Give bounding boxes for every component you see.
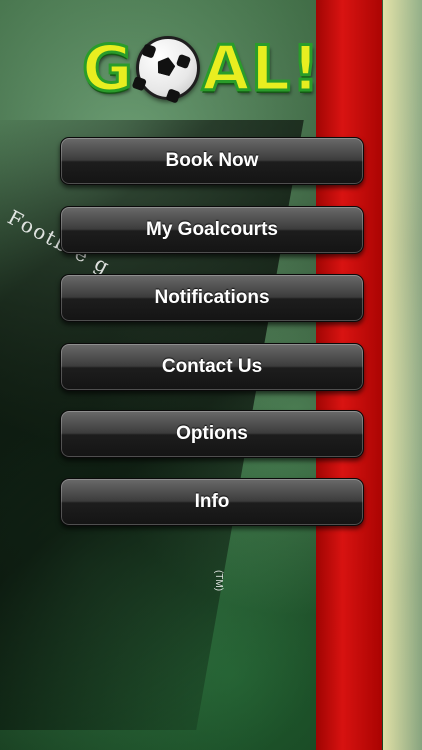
soccer-ball-icon (135, 36, 200, 100)
options-button[interactable]: Options (60, 410, 364, 458)
info-button[interactable]: Info (60, 478, 364, 526)
logo-letter-g: G (81, 30, 135, 106)
book-now-button[interactable]: Book Now (60, 137, 364, 185)
logo-letters-al: AL! (200, 30, 321, 106)
my-goalcourts-button[interactable]: My Goalcourts (60, 206, 364, 254)
app-logo: G AL! (81, 30, 342, 106)
trademark-text: (TM) (213, 569, 225, 592)
background-yellow-stripe (383, 0, 422, 750)
notifications-button[interactable]: Notifications (60, 274, 364, 322)
contact-us-button[interactable]: Contact Us (60, 343, 364, 391)
